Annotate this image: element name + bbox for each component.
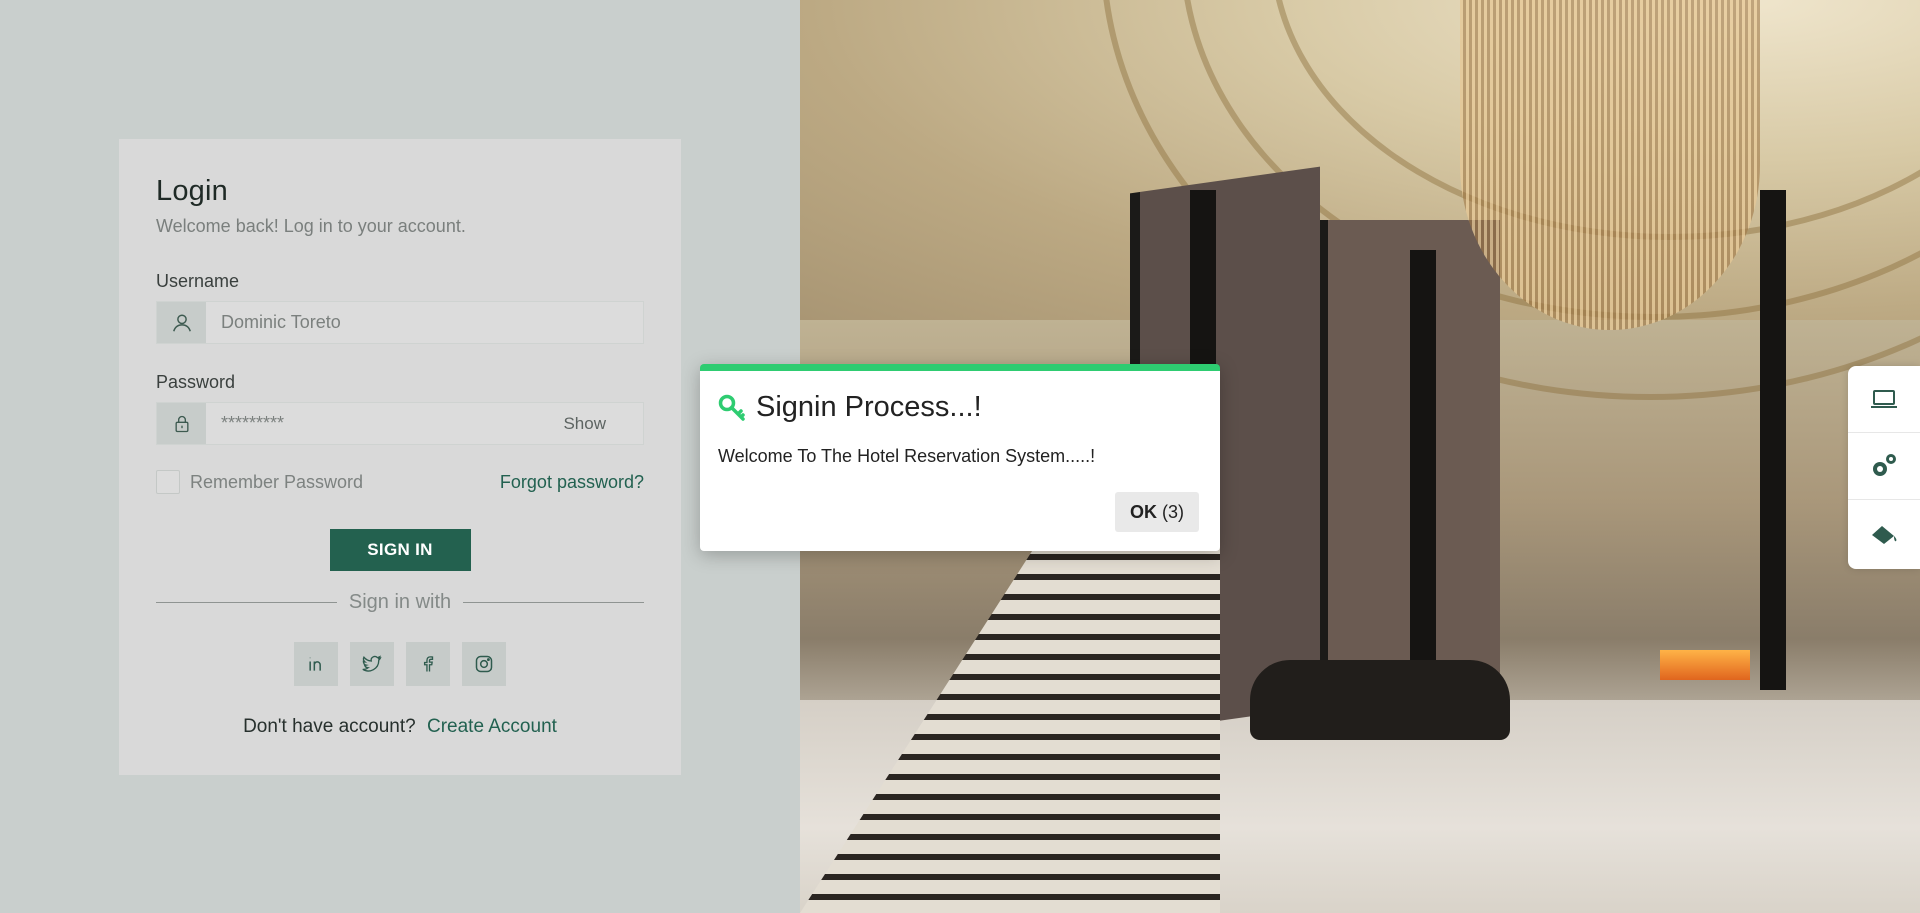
user-icon [157, 302, 206, 343]
facebook-button[interactable] [406, 642, 450, 686]
password-label: Password [156, 372, 236, 392]
facebook-icon [423, 656, 434, 672]
ok-countdown: (3) [1162, 501, 1184, 522]
linkedin-icon [309, 657, 321, 671]
social-buttons [156, 642, 644, 686]
username-field: Dominic Toreto [156, 301, 644, 344]
create-account-row: Don't have account? Create Account [156, 716, 644, 738]
instagram-button[interactable] [462, 642, 506, 686]
laptop-tool-button[interactable] [1848, 366, 1920, 433]
side-toolbar [1848, 366, 1920, 569]
remember-checkbox[interactable] [156, 470, 180, 494]
page-subtitle: Welcome back! Log in to your account. [156, 216, 466, 236]
twitter-button[interactable] [350, 642, 394, 686]
key-icon [718, 394, 745, 421]
password-value: ********* [221, 413, 285, 433]
settings-tool-button[interactable] [1848, 433, 1920, 500]
password-field: ********* Show [156, 402, 644, 445]
sign-in-button[interactable]: SIGN IN [329, 529, 471, 571]
create-account-link[interactable]: Create Account [427, 716, 557, 737]
forgot-password-link[interactable]: Forgot password? [500, 472, 644, 493]
lock-icon [157, 403, 206, 444]
username-value: Dominic Toreto [221, 312, 341, 332]
login-card: Login Welcome back! Log in to your accou… [119, 139, 681, 775]
linkedin-button[interactable] [294, 642, 338, 686]
ok-label: OK [1129, 501, 1157, 522]
show-password-button[interactable]: Show [563, 414, 606, 434]
password-input[interactable]: ********* Show [206, 403, 643, 444]
remember-label: Remember Password [190, 471, 364, 492]
divider-line [156, 602, 337, 603]
gears-icon [1873, 454, 1896, 476]
left-pane: Login Welcome back! Log in to your accou… [0, 0, 800, 913]
ok-button[interactable]: OK (3) [1114, 492, 1199, 532]
modal-message: Welcome To The Hotel Reservation System.… [718, 446, 1096, 466]
paint-bucket-icon [1872, 525, 1897, 544]
signin-modal: Signin Process...! Welcome To The Hotel … [700, 364, 1220, 551]
instagram-icon [475, 655, 493, 673]
divider-line [463, 602, 644, 603]
modal-title: Signin Process...! [756, 391, 982, 423]
username-label: Username [156, 271, 240, 291]
no-account-text: Don't have account? [243, 716, 416, 737]
sign-in-with-divider: Sign in with [156, 591, 644, 614]
paint-tool-button[interactable] [1848, 500, 1920, 567]
login-options: Remember Password Forgot password? [156, 470, 644, 494]
username-input[interactable]: Dominic Toreto [206, 302, 643, 343]
twitter-icon [362, 655, 382, 672]
laptop-icon [1871, 390, 1897, 408]
modal-header: Signin Process...! [718, 391, 1200, 424]
remember-password[interactable]: Remember Password [156, 470, 363, 494]
sign-in-with-label: Sign in with [348, 591, 452, 613]
page-title: Login [156, 175, 228, 207]
